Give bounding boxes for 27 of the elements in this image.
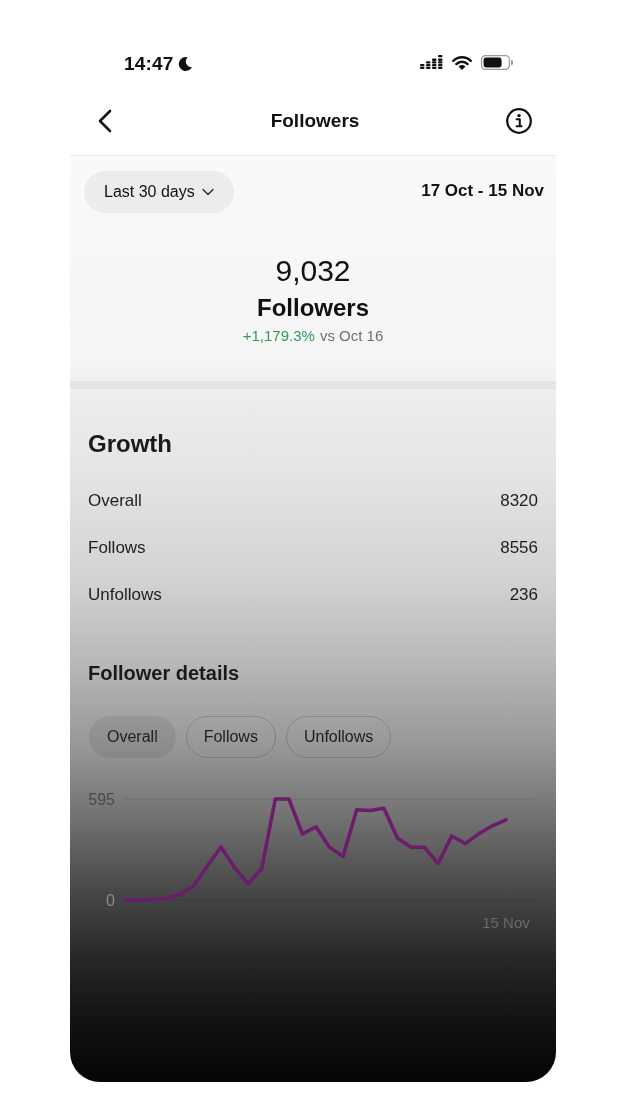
follower-count: 9,032 (275, 253, 351, 289)
metric-value: 236 (509, 584, 538, 605)
metric-label: Overall (88, 490, 142, 511)
page-title: Followers (270, 108, 360, 133)
battery-icon (481, 54, 513, 70)
comparison-label: vs Oct 16 (319, 326, 384, 346)
section-title: Follower details (88, 661, 240, 686)
date-range: 17 Oct - 15 Nov (421, 181, 544, 201)
status-time: 14:47 (124, 52, 174, 76)
metric-value: 8556 (500, 537, 538, 558)
wifi-icon (452, 54, 472, 70)
info-icon (506, 107, 532, 134)
back-button[interactable] (98, 108, 112, 133)
section-title: Growth (88, 429, 172, 459)
change-percentage: +1,179.3% (242, 326, 315, 346)
chevron-left-icon (98, 108, 112, 133)
signal-icon (420, 55, 443, 69)
caret-icon (201, 188, 214, 196)
metric-label: Unfollows (88, 584, 162, 605)
metric-label: Follows (88, 537, 146, 558)
moon-icon (176, 56, 193, 72)
metric-value: 8320 (500, 490, 538, 511)
period-dropdown[interactable]: Last 30 days (84, 171, 234, 213)
filter-chip[interactable]: Overall (89, 716, 176, 758)
info-button[interactable] (506, 107, 532, 134)
followers-label: Followers (257, 293, 369, 323)
y-axis-label: 0 (106, 892, 115, 909)
